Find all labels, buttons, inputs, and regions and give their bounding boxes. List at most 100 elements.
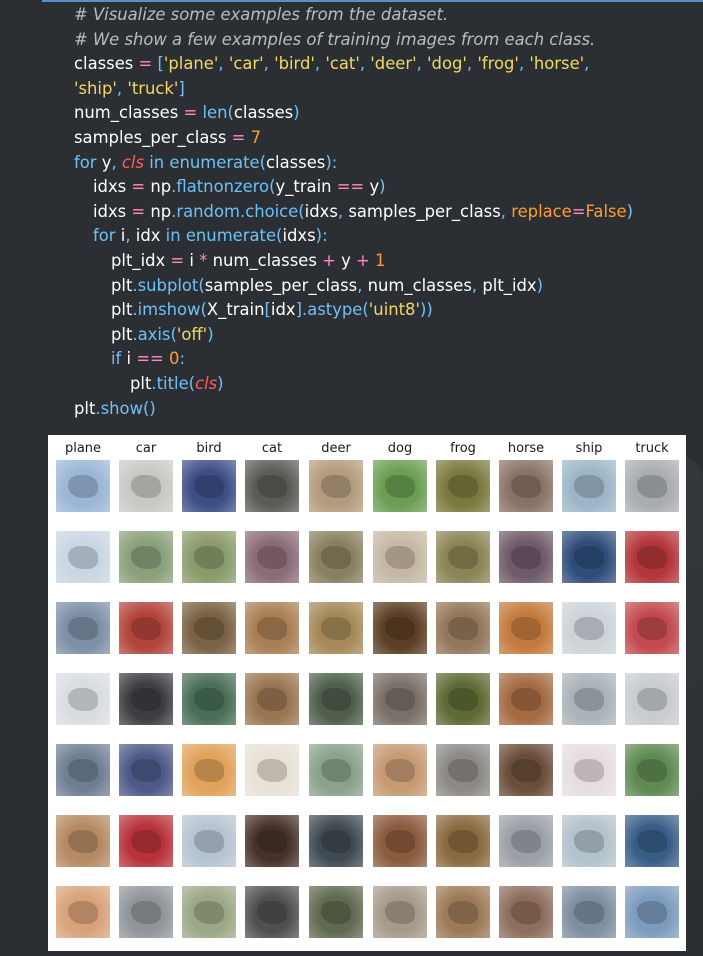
sample-image-plane [56, 602, 110, 654]
sample-image-deer [309, 815, 363, 867]
sample-image-cat [245, 602, 299, 654]
sample-image-horse [499, 602, 553, 654]
sample-image-ship [562, 886, 616, 938]
column-title-ship: ship [575, 441, 603, 456]
sample-image-horse [499, 886, 553, 938]
sample-image-truck [625, 602, 679, 654]
sample-image-frog [436, 815, 490, 867]
sample-image-deer [309, 531, 363, 583]
sample-image-frog [436, 531, 490, 583]
sample-image-ship [562, 815, 616, 867]
code-line: 'ship', 'truck'] [74, 78, 185, 98]
sample-image-ship [562, 602, 616, 654]
sample-image-plane [56, 886, 110, 938]
sample-image-dog [373, 744, 427, 796]
sample-image-car [119, 531, 173, 583]
sample-image-ship [562, 460, 616, 512]
code-line: if i == 0: [111, 349, 185, 369]
sample-image-cat [245, 744, 299, 796]
top-divider [42, 0, 703, 2]
sample-image-car [119, 460, 173, 512]
sample-image-bird [182, 673, 236, 725]
sample-image-cat [245, 531, 299, 583]
code-line: plt.subplot(samples_per_class, num_class… [111, 275, 544, 295]
sample-image-deer [309, 886, 363, 938]
code-line: idxs = np.flatnonzero(y_train == y) [93, 177, 386, 197]
sample-image-plane [56, 460, 110, 512]
code-line: samples_per_class = 7 [74, 127, 262, 147]
sample-image-car [119, 744, 173, 796]
sample-image-plane [56, 744, 110, 796]
column-title-dog: dog [387, 441, 413, 456]
code-line: # Visualize some examples from the datas… [74, 5, 449, 24]
code-line: for y, cls in enumerate(classes): [74, 152, 338, 172]
sample-image-frog [436, 460, 490, 512]
sample-image-dog [373, 602, 427, 654]
cifar10-sample-figure: plane car bird cat deer dog frog horse ship truck [48, 435, 686, 951]
sample-image-cat [245, 815, 299, 867]
sample-image-deer [309, 460, 363, 512]
sample-image-car [119, 815, 173, 867]
sample-image-bird [182, 886, 236, 938]
sample-image-car [119, 673, 173, 725]
sample-image-bird [182, 815, 236, 867]
code-block: # Visualize some examples from the datas… [74, 3, 694, 421]
code-line: idxs = np.random.choice(idxs, samples_pe… [93, 201, 634, 221]
sample-image-truck [625, 744, 679, 796]
sample-image-dog [373, 673, 427, 725]
sample-image-frog [436, 673, 490, 725]
sample-image-frog [436, 602, 490, 654]
sample-image-ship [562, 673, 616, 725]
sample-image-plane [56, 531, 110, 583]
code-line: plt.title(cls) [130, 373, 224, 393]
sample-image-deer [309, 602, 363, 654]
sample-image-bird [182, 602, 236, 654]
sample-image-horse [499, 531, 553, 583]
sample-image-dog [373, 460, 427, 512]
sample-image-frog [436, 886, 490, 938]
sample-image-bird [182, 744, 236, 796]
sample-image-truck [625, 886, 679, 938]
sample-image-horse [499, 460, 553, 512]
sample-image-truck [625, 815, 679, 867]
code-line: classes = ['plane', 'car', 'bird', 'cat'… [74, 54, 590, 74]
sample-image-frog [436, 744, 490, 796]
sample-image-dog [373, 815, 427, 867]
sample-image-ship [562, 744, 616, 796]
sample-image-plane [56, 815, 110, 867]
code-line: plt_idx = i * num_classes + y + 1 [111, 250, 386, 270]
sample-image-deer [309, 673, 363, 725]
sample-image-cat [245, 673, 299, 725]
column-title-frog: frog [450, 441, 476, 456]
sample-image-dog [373, 886, 427, 938]
sample-image-truck [625, 531, 679, 583]
sample-image-dog [373, 531, 427, 583]
sample-image-bird [182, 531, 236, 583]
code-line: num_classes = len(classes) [74, 103, 300, 123]
code-line: # We show a few examples of training ima… [74, 29, 596, 49]
sample-image-deer [309, 744, 363, 796]
sample-image-horse [499, 815, 553, 867]
column-title-truck: truck [635, 441, 669, 456]
column-title-bird: bird [196, 441, 222, 456]
sample-image-truck [625, 673, 679, 725]
column-title-cat: cat [261, 441, 283, 456]
sample-image-horse [499, 744, 553, 796]
column-title-car: car [135, 441, 157, 456]
sample-image-truck [625, 460, 679, 512]
code-line: plt.imshow(X_train[idx].astype('uint8')) [111, 300, 433, 320]
column-title-horse: horse [507, 441, 545, 456]
sample-image-bird [182, 460, 236, 512]
sample-image-plane [56, 673, 110, 725]
column-title-plane: plane [64, 441, 102, 456]
sample-image-car [119, 602, 173, 654]
code-line: for i, idx in enumerate(idxs): [93, 226, 328, 246]
sample-image-car [119, 886, 173, 938]
sample-image-cat [245, 886, 299, 938]
sample-image-cat [245, 460, 299, 512]
sample-image-horse [499, 673, 553, 725]
sample-image-ship [562, 531, 616, 583]
code-line: plt.axis('off') [111, 324, 214, 344]
column-title-deer: deer [321, 441, 351, 456]
code-line: plt.show() [74, 398, 156, 418]
